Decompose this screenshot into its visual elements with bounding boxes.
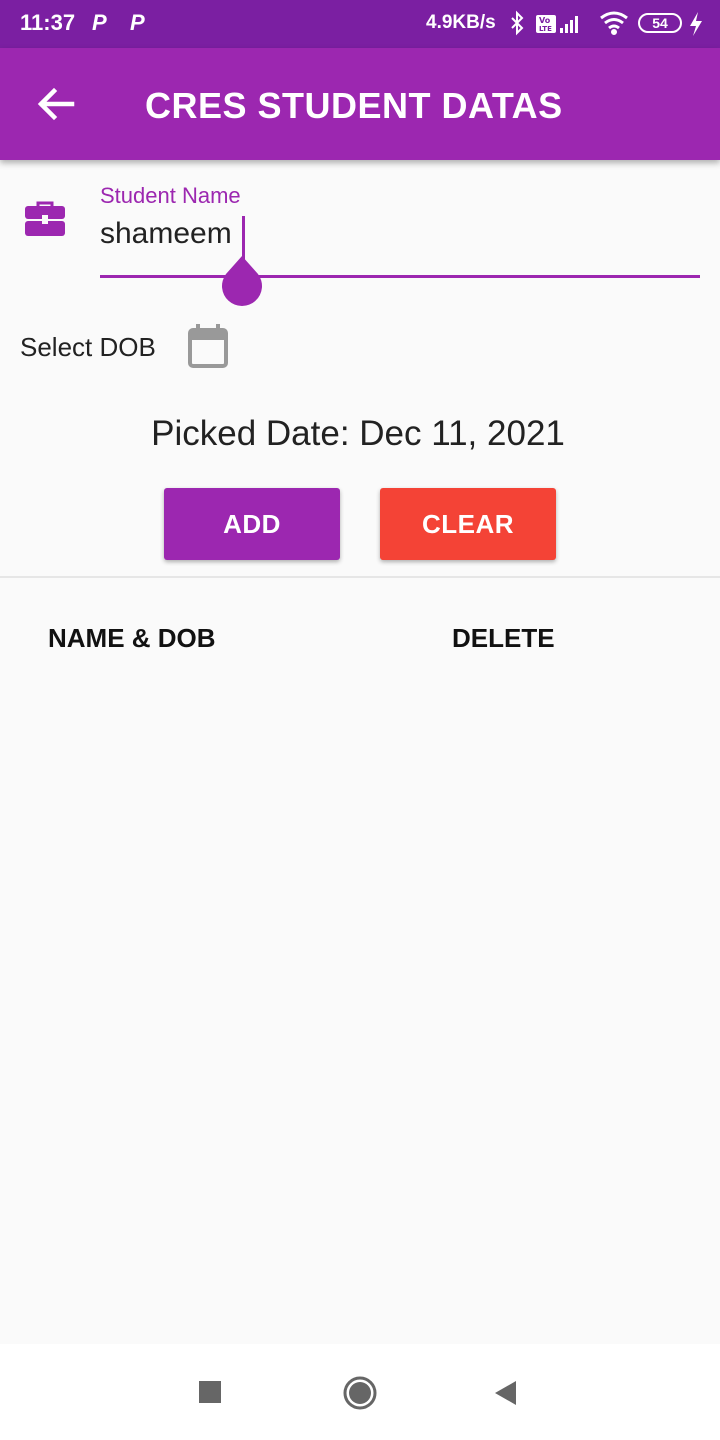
text-selection-handle-icon[interactable] — [220, 256, 264, 306]
system-nav-bar — [0, 1344, 720, 1440]
battery-icon: 54 — [638, 13, 682, 33]
bluetooth-icon — [511, 10, 524, 36]
briefcase-icon — [25, 201, 65, 236]
notification-p-icon-2: P — [130, 10, 145, 35]
input-underline — [100, 275, 700, 278]
picked-date-text: Picked Date: Dec 11, 2021 — [151, 414, 565, 453]
text-cursor — [242, 216, 245, 260]
app-bar: CRES STUDENT DATAS — [0, 48, 720, 160]
back-icon[interactable] — [494, 1380, 518, 1406]
recents-icon[interactable] — [199, 1381, 221, 1403]
add-button[interactable]: ADD — [164, 488, 340, 560]
home-icon[interactable] — [342, 1375, 378, 1411]
wifi-icon — [600, 11, 628, 35]
notification-p-icon: P — [92, 10, 107, 35]
back-arrow-icon[interactable] — [30, 78, 82, 130]
status-time: 11:37 — [20, 10, 76, 35]
status-icons: Vo LTE — [511, 10, 628, 36]
svg-text:Vo: Vo — [539, 16, 551, 25]
signal-icon — [560, 16, 578, 33]
volte-icon: Vo LTE — [536, 15, 556, 33]
column-header-name-dob: NAME & DOB — [48, 623, 216, 653]
page-title: CRES STUDENT DATAS — [145, 85, 563, 126]
svg-text:LTE: LTE — [539, 25, 552, 33]
network-speed: 4.9KB/s — [426, 12, 496, 33]
clear-button[interactable]: CLEAR — [380, 488, 556, 560]
column-header-delete: DELETE — [452, 623, 555, 653]
student-name-input[interactable]: shameem — [100, 217, 232, 251]
student-name-label: Student Name — [100, 183, 241, 208]
calendar-icon[interactable] — [186, 324, 230, 370]
charging-icon — [690, 12, 702, 36]
select-dob-label: Select DOB — [20, 332, 156, 362]
status-bar: 11:37 P P 4.9KB/s Vo LTE 54 — [0, 0, 720, 48]
divider — [0, 576, 720, 578]
